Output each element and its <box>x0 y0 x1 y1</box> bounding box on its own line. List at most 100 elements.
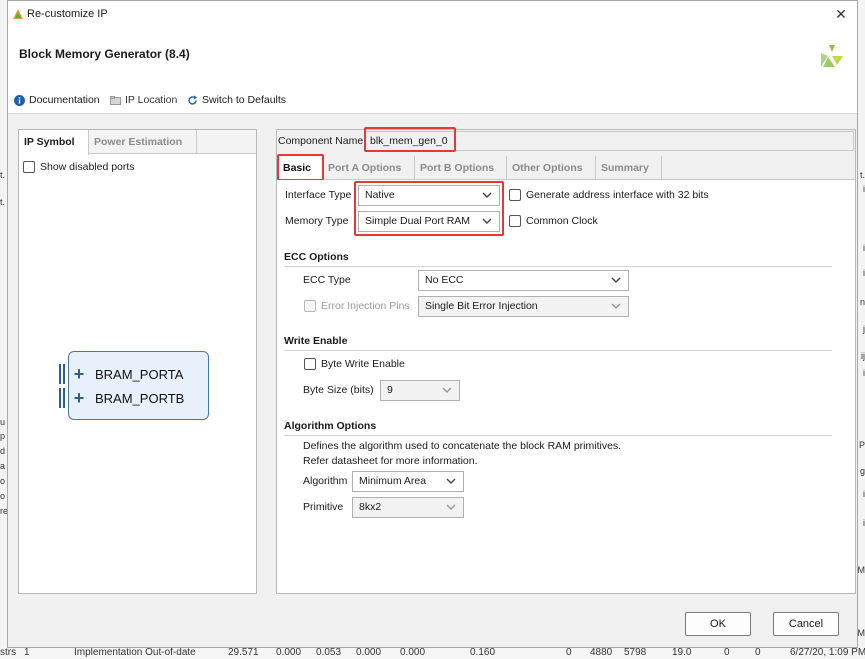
bg-left-text: t. <box>0 170 6 180</box>
byte-write-enable-checkbox[interactable] <box>304 358 316 370</box>
bg-left-text: p <box>0 431 6 441</box>
bg-cell: 19.0 <box>672 647 692 658</box>
component-name-label: Component Name <box>278 135 364 147</box>
bg-right-text: g <box>859 466 865 476</box>
section-divider <box>284 266 832 267</box>
chevron-down-icon <box>482 218 492 224</box>
byte-size-select[interactable]: 9 <box>380 380 460 401</box>
byte-size-label: Byte Size (bits) <box>303 384 374 396</box>
generate-address-32bit-checkbox[interactable] <box>509 189 521 201</box>
background-right-edge: t. i i i n j ij i P g i i M M <box>858 0 865 659</box>
section-divider <box>284 435 832 436</box>
component-name-input[interactable]: blk_mem_gen_0 <box>365 131 854 151</box>
primitive-select[interactable]: 8kx2 <box>352 497 464 518</box>
bg-cell: 29.571 <box>228 647 259 658</box>
tab-summary[interactable]: Summary <box>596 156 662 180</box>
left-tab-bar: IP Symbol Power Estimation <box>19 130 256 155</box>
cancel-button[interactable]: Cancel <box>773 612 839 636</box>
bus-bars-icon <box>59 364 67 384</box>
section-divider <box>284 350 832 351</box>
ok-button[interactable]: OK <box>685 612 751 636</box>
xilinx-logo-icon <box>821 45 843 67</box>
error-injection-pins-checkbox[interactable] <box>304 300 316 312</box>
interface-type-label: Interface Type <box>285 189 352 201</box>
tab-ip-symbol[interactable]: IP Symbol <box>19 130 89 155</box>
bus-bars-icon <box>59 388 67 408</box>
byte-write-enable-toggle[interactable]: Byte Write Enable <box>304 358 405 370</box>
close-icon[interactable]: ✕ <box>831 5 851 23</box>
bg-cell: 0 <box>724 647 730 658</box>
common-clock-toggle[interactable]: Common Clock <box>509 215 598 227</box>
chevron-down-icon <box>482 192 492 198</box>
bg-cell: 0.000 <box>356 647 382 658</box>
port-bram-porta[interactable]: + BRAM_PORTA <box>59 364 184 384</box>
tab-other-options[interactable]: Other Options <box>507 156 596 180</box>
chevron-down-icon <box>442 387 452 393</box>
tab-port-b-options[interactable]: Port B Options <box>415 156 507 180</box>
bg-right-text: P <box>858 440 865 450</box>
chevron-down-icon <box>611 303 621 309</box>
interface-type-select[interactable]: Native <box>358 185 500 206</box>
generate-address-32bit-label: Generate address interface with 32 bits <box>526 189 709 201</box>
bg-cell: strs <box>0 647 17 658</box>
info-icon <box>14 94 25 106</box>
memory-type-value: Simple Dual Port RAM <box>365 215 471 227</box>
bg-cell: 1 <box>24 647 30 658</box>
tab-power-estimation[interactable]: Power Estimation <box>89 130 197 154</box>
ecc-type-label: ECC Type <box>303 274 351 286</box>
error-injection-value: Single Bit Error Injection <box>425 300 538 312</box>
error-injection-pins-toggle[interactable]: Error Injection Pins <box>304 300 410 312</box>
configuration-panel: Component Name blk_mem_gen_0 Basic Port … <box>276 127 856 594</box>
switch-to-defaults-label: Switch to Defaults <box>202 94 287 106</box>
algorithm-value: Minimum Area <box>359 475 427 487</box>
bg-cell: 4880 <box>590 647 613 658</box>
documentation-label: Documentation <box>29 94 100 106</box>
chevron-down-icon <box>446 478 456 484</box>
expand-plus-icon[interactable]: + <box>71 365 87 383</box>
folder-icon <box>110 95 121 105</box>
config-tab-bar: Basic Port A Options Port B Options Othe… <box>277 156 855 181</box>
port-bram-portb[interactable]: + BRAM_PORTB <box>59 388 184 408</box>
bg-right-text: ij <box>861 351 865 361</box>
title-bar[interactable]: Re-customize IP ✕ <box>8 1 857 28</box>
bg-left-text: u <box>0 417 6 427</box>
ecc-options-heading: ECC Options <box>284 251 349 263</box>
ecc-type-select[interactable]: No ECC <box>418 270 629 291</box>
documentation-button[interactable]: Documentation <box>14 92 100 108</box>
bg-cell: 6/27/20, 1:09 PM <box>790 647 865 658</box>
bg-right-text: n <box>859 297 865 307</box>
memory-type-select[interactable]: Simple Dual Port RAM <box>358 211 500 232</box>
bg-cell: 0 <box>755 647 761 658</box>
component-name-value: blk_mem_gen_0 <box>370 135 448 147</box>
bg-cell: Implementation Out-of-date <box>74 647 196 658</box>
memory-type-label: Memory Type <box>285 215 349 227</box>
algorithm-options-heading: Algorithm Options <box>284 420 377 432</box>
error-injection-select[interactable]: Single Bit Error Injection <box>418 296 629 317</box>
algorithm-description-line-1: Defines the algorithm used to concatenat… <box>303 440 622 452</box>
chevron-down-icon <box>446 504 456 510</box>
port-name: BRAM_PORTA <box>95 366 184 382</box>
ip-location-button[interactable]: IP Location <box>110 92 177 108</box>
bg-cell: 5798 <box>624 647 647 658</box>
generate-address-32bit-toggle[interactable]: Generate address interface with 32 bits <box>509 189 709 201</box>
ecc-type-value: No ECC <box>425 274 464 286</box>
show-disabled-ports-checkbox[interactable] <box>23 161 35 173</box>
show-disabled-ports-toggle[interactable]: Show disabled ports <box>23 161 135 173</box>
bg-cell: 0.000 <box>276 647 302 658</box>
common-clock-label: Common Clock <box>526 215 598 227</box>
ip-symbol-block: + BRAM_PORTA + BRAM_PORTB <box>59 351 209 420</box>
show-disabled-ports-label: Show disabled ports <box>40 161 135 173</box>
tab-port-a-options[interactable]: Port A Options <box>323 156 415 180</box>
algorithm-select[interactable]: Minimum Area <box>352 471 464 492</box>
expand-plus-icon[interactable]: + <box>71 389 87 407</box>
byte-size-value: 9 <box>387 384 393 396</box>
write-enable-heading: Write Enable <box>284 335 348 347</box>
algorithm-label: Algorithm <box>303 475 348 487</box>
common-clock-checkbox[interactable] <box>509 215 521 227</box>
switch-to-defaults-button[interactable]: Switch to Defaults <box>187 92 286 108</box>
ip-symbol-panel: IP Symbol Power Estimation Show disabled… <box>18 129 257 594</box>
tab-basic[interactable]: Basic <box>278 156 323 181</box>
bg-cell: 0.160 <box>470 647 496 658</box>
toolbar: Documentation IP Location Switch to Defa… <box>8 84 857 114</box>
bg-right-text: t. <box>859 170 865 180</box>
